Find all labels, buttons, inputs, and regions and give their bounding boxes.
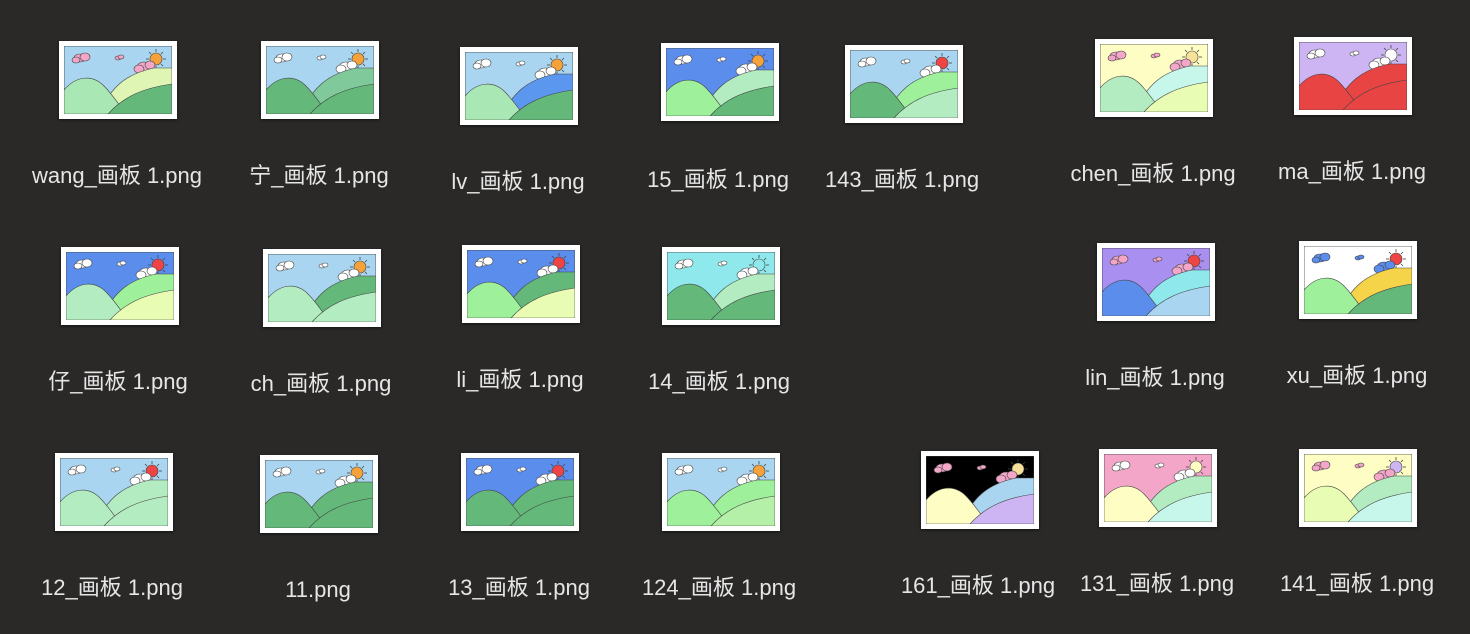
image-thumbnail[interactable] xyxy=(263,249,381,327)
landscape-image-icon xyxy=(1104,454,1212,522)
landscape-image-icon xyxy=(66,252,174,320)
file-item[interactable]: 141_画板 1.png xyxy=(0,0,1434,596)
file-name-label[interactable]: 15_画板 1.png xyxy=(647,167,789,193)
file-name-label[interactable]: 161_画板 1.png xyxy=(901,573,1055,599)
image-thumbnail[interactable] xyxy=(261,41,379,119)
image-thumbnail[interactable] xyxy=(462,245,580,323)
landscape-image-icon xyxy=(1304,246,1412,314)
file-name-label[interactable]: ch_画板 1.png xyxy=(251,371,392,397)
file-name-label[interactable]: wang_画板 1.png xyxy=(32,163,202,189)
image-thumbnail[interactable] xyxy=(662,247,780,325)
image-thumbnail[interactable] xyxy=(59,41,177,119)
file-name-label[interactable]: lin_画板 1.png xyxy=(1085,365,1224,391)
image-thumbnail[interactable] xyxy=(61,247,179,325)
file-name-label[interactable]: ma_画板 1.png xyxy=(1278,159,1426,185)
landscape-image-icon xyxy=(1304,454,1412,522)
file-name-label[interactable]: 13_画板 1.png xyxy=(448,575,590,601)
landscape-image-icon xyxy=(466,458,574,526)
landscape-image-icon xyxy=(266,46,374,114)
file-name-label[interactable]: 141_画板 1.png xyxy=(1280,571,1434,597)
landscape-image-icon xyxy=(465,52,573,120)
file-name-label[interactable]: lv_画板 1.png xyxy=(451,169,584,195)
landscape-image-icon xyxy=(667,252,775,320)
file-name-label[interactable]: 12_画板 1.png xyxy=(41,575,183,601)
landscape-image-icon xyxy=(850,50,958,118)
image-thumbnail[interactable] xyxy=(1299,241,1417,319)
landscape-image-icon xyxy=(667,458,775,526)
image-thumbnail[interactable] xyxy=(662,453,780,531)
landscape-image-icon xyxy=(265,460,373,528)
file-name-label[interactable]: chen_画板 1.png xyxy=(1070,161,1235,187)
landscape-image-icon xyxy=(60,458,168,526)
landscape-image-icon xyxy=(1100,44,1208,112)
file-name-label[interactable]: xu_画板 1.png xyxy=(1287,363,1428,389)
image-thumbnail[interactable] xyxy=(1099,449,1217,527)
image-thumbnail[interactable] xyxy=(1299,449,1417,527)
image-thumbnail[interactable] xyxy=(460,47,578,125)
file-name-label[interactable]: 14_画板 1.png xyxy=(648,369,790,395)
image-thumbnail[interactable] xyxy=(661,43,779,121)
image-thumbnail[interactable] xyxy=(1095,39,1213,117)
landscape-image-icon xyxy=(467,250,575,318)
file-name-label[interactable]: li_画板 1.png xyxy=(456,367,583,393)
file-name-label[interactable]: 宁_画板 1.png xyxy=(249,163,388,189)
image-thumbnail[interactable] xyxy=(921,451,1039,529)
image-thumbnail[interactable] xyxy=(1294,37,1412,115)
image-thumbnail[interactable] xyxy=(260,455,378,533)
image-thumbnail[interactable] xyxy=(1097,243,1215,321)
file-name-label[interactable]: 143_画板 1.png xyxy=(825,167,979,193)
file-name-label[interactable]: 131_画板 1.png xyxy=(1080,571,1234,597)
landscape-image-icon xyxy=(268,254,376,322)
file-name-label[interactable]: 124_画板 1.png xyxy=(642,575,796,601)
image-thumbnail[interactable] xyxy=(55,453,173,531)
landscape-image-icon xyxy=(64,46,172,114)
landscape-image-icon xyxy=(1102,248,1210,316)
image-thumbnail[interactable] xyxy=(461,453,579,531)
landscape-image-icon xyxy=(926,456,1034,524)
landscape-image-icon xyxy=(666,48,774,116)
image-thumbnail[interactable] xyxy=(845,45,963,123)
file-name-label[interactable]: 仔_画板 1.png xyxy=(48,369,187,395)
file-name-label[interactable]: 11.png xyxy=(285,577,351,603)
landscape-image-icon xyxy=(1299,42,1407,110)
